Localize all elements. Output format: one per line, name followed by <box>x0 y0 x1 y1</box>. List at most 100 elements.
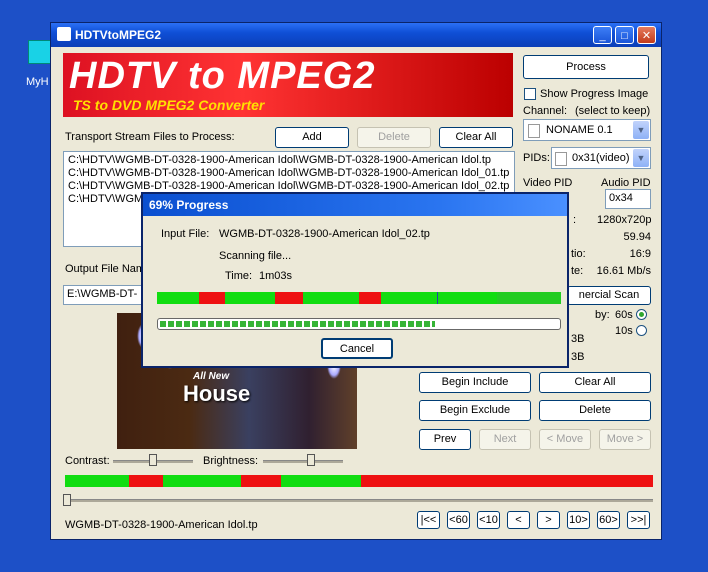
scan-60s-label: 60s <box>615 309 633 321</box>
input-file-value: WGMB-DT-0328-1900-American Idol_02.tp <box>219 228 430 240</box>
banner-title: HDTV to MPEG2 <box>69 55 376 97</box>
input-file-label: Input File: <box>161 228 210 240</box>
commercial-scan-button[interactable]: nercial Scan <box>567 286 651 305</box>
app-banner: HDTV to MPEG2 TS to DVD MPEG2 Converter <box>63 53 513 117</box>
time-value: 1m03s <box>259 270 293 282</box>
dialog-segment-exclude <box>199 292 225 304</box>
position-slider-thumb[interactable] <box>63 494 71 506</box>
nav-end-button[interactable]: >>| <box>627 511 650 529</box>
pids-label: PIDs: <box>523 152 550 164</box>
pids-value: 0x31(video) <box>572 152 630 164</box>
nav-back-button[interactable]: < <box>507 511 530 529</box>
timeline-segment-exclude <box>241 475 281 487</box>
dialog-segment-include <box>497 292 561 304</box>
segment-timeline[interactable] <box>65 475 653 487</box>
app-icon <box>57 27 71 41</box>
scan-10s-label: 10s <box>615 325 633 337</box>
nav-forward-10-button[interactable]: 10> <box>567 511 590 529</box>
show-progress-label: Show Progress Image <box>540 88 649 100</box>
timeline-segment-exclude <box>361 475 653 487</box>
title-bar[interactable]: HDTVtoMPEG2 _ □ ✕ <box>51 23 661 47</box>
clear-all-files-button[interactable]: Clear All <box>439 127 513 148</box>
channel-value: NONAME 0.1 <box>546 124 613 136</box>
brightness-label: Brightness: <box>203 455 259 467</box>
dialog-position-marker <box>437 292 438 304</box>
files-label: Transport Stream Files to Process: <box>65 131 235 143</box>
contrast-slider-thumb[interactable] <box>149 454 157 466</box>
dialog-segment-bar <box>157 292 561 304</box>
timeline-segment-exclude <box>129 475 163 487</box>
window-title: HDTVtoMPEG2 <box>75 28 162 42</box>
begin-include-button[interactable]: Begin Include <box>419 372 531 393</box>
audio-pid-label: Audio PID <box>601 177 651 189</box>
channel-select[interactable]: NONAME 0.1 ▼ <box>523 119 651 141</box>
info-label: tio: <box>571 248 586 260</box>
maximize-icon[interactable]: □ <box>615 26 634 44</box>
dialog-title-bar[interactable]: 69% Progress <box>143 194 567 216</box>
dialog-segment-include <box>225 292 275 304</box>
channel-hint: (select to keep) <box>575 105 651 117</box>
move-left-button[interactable]: < Move <box>539 429 591 450</box>
video-pid-label: Video PID <box>523 177 573 189</box>
delete-segment-button[interactable]: Delete <box>539 400 651 421</box>
desktop-shortcut-label[interactable]: MyH <box>26 76 49 88</box>
dialog-segment-include <box>157 292 199 304</box>
pids-swatch <box>555 152 567 166</box>
scan-by-label: by: <box>595 309 610 321</box>
scan-10s-radio[interactable] <box>636 325 647 336</box>
size-label: 3B <box>571 333 585 345</box>
progress-bar-fill <box>160 321 435 327</box>
prev-button[interactable]: Prev <box>419 429 471 450</box>
timeline-segment-include <box>281 475 361 487</box>
nav-forward-60-button[interactable]: 60> <box>597 511 620 529</box>
current-filename: WGMB-DT-0328-1900-American Idol.tp <box>65 519 258 531</box>
pids-select[interactable]: 0x31(video) ▼ <box>551 147 651 169</box>
output-file-label: Output File Nam <box>65 263 146 275</box>
process-button[interactable]: Process <box>523 55 649 79</box>
list-item[interactable]: C:\HDTV\WGMB-DT-0328-1900-American Idol\… <box>68 154 510 167</box>
contrast-label: Contrast: <box>65 455 110 467</box>
timeline-segment-include <box>65 475 129 487</box>
info-bitrate: 16.61 Mb/s <box>596 265 651 277</box>
move-right-button[interactable]: Move > <box>599 429 651 450</box>
info-label: te: <box>571 265 584 277</box>
dialog-title: 69% Progress <box>149 198 229 212</box>
dialog-segment-include <box>303 292 359 304</box>
time-label: Time: <box>225 270 253 282</box>
info-aspect: 16:9 <box>629 248 651 260</box>
info-framerate: 59.94 <box>623 231 651 243</box>
list-item[interactable]: C:\HDTV\WGMB-DT-0328-1900-American Idol\… <box>68 167 510 180</box>
delete-file-button[interactable]: Delete <box>357 127 431 148</box>
nav-back-60-button[interactable]: <60 <box>447 511 470 529</box>
progress-status: Scanning file... <box>219 250 292 262</box>
timeline-segment-include <box>163 475 241 487</box>
minimize-icon[interactable]: _ <box>593 26 612 44</box>
nav-back-10-button[interactable]: <10 <box>477 511 500 529</box>
close-icon[interactable]: ✕ <box>637 26 656 44</box>
info-label: : <box>573 214 577 226</box>
info-resolution: 1280x720p <box>597 214 652 226</box>
brightness-slider-track[interactable] <box>263 460 343 463</box>
add-button[interactable]: Add <box>275 127 349 148</box>
nav-forward-button[interactable]: > <box>537 511 560 529</box>
nav-start-button[interactable]: |<< <box>417 511 440 529</box>
progress-dialog: 69% Progress Input File: WGMB-DT-0328-19… <box>141 192 569 368</box>
output-file-input[interactable]: E:\WGMB-DT- <box>63 285 143 305</box>
dialog-segment-exclude <box>359 292 381 304</box>
audio-pid-input[interactable]: 0x34 <box>605 189 651 209</box>
next-button[interactable]: Next <box>479 429 531 450</box>
chevron-down-icon[interactable]: ▼ <box>633 121 649 139</box>
dialog-segment-exclude <box>275 292 303 304</box>
show-progress-checkbox[interactable] <box>524 88 536 100</box>
cancel-button[interactable]: Cancel <box>321 338 393 359</box>
scan-60s-radio[interactable] <box>636 309 647 320</box>
preview-house-text: House <box>183 381 251 406</box>
channel-label: Channel: <box>523 105 568 117</box>
clear-all-segments-button[interactable]: Clear All <box>539 372 651 393</box>
progress-bar <box>157 318 561 330</box>
brightness-slider-thumb[interactable] <box>307 454 315 466</box>
banner-subtitle: TS to DVD MPEG2 Converter <box>73 97 265 113</box>
chevron-down-icon[interactable]: ▼ <box>633 149 649 167</box>
position-slider-track[interactable] <box>65 499 653 502</box>
begin-exclude-button[interactable]: Begin Exclude <box>419 400 531 421</box>
